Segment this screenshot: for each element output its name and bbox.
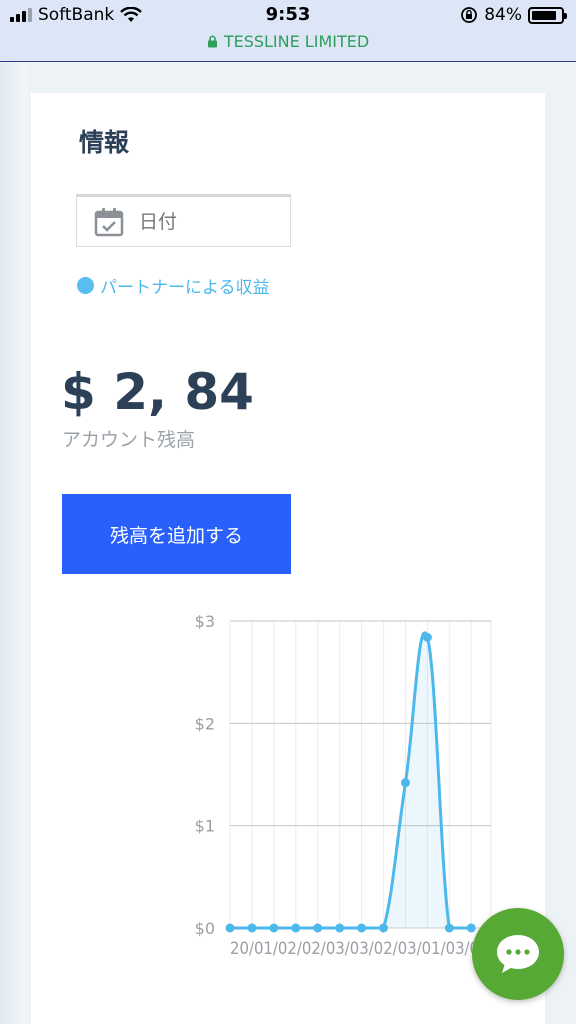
date-field[interactable]	[76, 194, 291, 247]
plot-border	[229, 620, 492, 929]
data-point	[313, 923, 323, 933]
page-title: 情報	[79, 128, 130, 157]
legend-dot	[77, 277, 94, 294]
battery-icon	[528, 6, 567, 24]
data-point	[291, 923, 301, 933]
battery-group: 84%	[460, 5, 567, 25]
earnings-chart: $0 $1 $2 $3 20/01/02/02/03/03/02/03/01/03/04…	[195, 612, 503, 959]
data-point	[357, 923, 367, 933]
series-area	[230, 632, 472, 928]
data-point	[335, 923, 345, 933]
data-point	[269, 923, 279, 933]
x-tick-labels: 20/01/02/02/03/03/02/03/01/03/04/0	[230, 939, 503, 959]
data-point	[422, 632, 432, 642]
chat-button[interactable]	[472, 908, 564, 1000]
y-tick-label: $2	[195, 714, 215, 733]
battery-percent: 84%	[484, 5, 522, 25]
chat-icon	[497, 935, 539, 973]
data-point	[466, 923, 476, 933]
data-point	[444, 923, 454, 933]
y-tick-label: $1	[195, 817, 215, 836]
lock-icon	[207, 35, 217, 48]
chart-legend[interactable]: パートナーによる収益	[77, 273, 270, 298]
y-tick-label: $0	[195, 919, 215, 938]
legend-label: パートナーによる収益	[100, 278, 270, 298]
data-point	[225, 923, 235, 933]
add-balance-button[interactable]: 残高を追加する	[62, 494, 291, 574]
side-shade	[0, 63, 28, 1024]
data-point	[379, 923, 389, 933]
url-bar[interactable]: TESSLINE LIMITED	[0, 32, 576, 51]
site-name: TESSLINE LIMITED	[223, 32, 370, 51]
data-point	[400, 778, 410, 788]
y-tick-label: $3	[195, 612, 215, 631]
calendar-icon	[94, 207, 124, 236]
rotation-lock-icon	[461, 7, 478, 23]
data-point	[247, 923, 257, 933]
info-card: 情報 パートナーによる収益 $ 2, 84 アカウント残高 残高を追加する $0…	[31, 93, 545, 1024]
account-balance: $ 2, 84	[61, 363, 254, 421]
account-balance-label: アカウント残高	[62, 429, 196, 451]
status-bar: SoftBank 9:53 84% TESSLINE LIMITED	[0, 0, 576, 62]
date-input[interactable]	[139, 206, 279, 237]
